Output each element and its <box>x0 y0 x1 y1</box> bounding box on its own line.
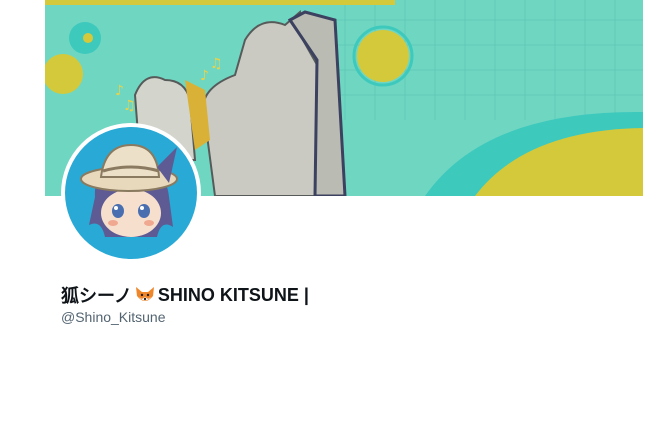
avatar-image <box>65 127 197 259</box>
display-name-suffix: SHINO KITSUNE | <box>157 284 309 305</box>
svg-text:♪: ♪ <box>200 68 209 84</box>
svg-text:♫: ♫ <box>210 56 223 72</box>
svg-text:♫: ♫ <box>123 98 136 114</box>
display-name-prefix: 狐シーノ <box>61 286 132 306</box>
profile-handle: @Shino_Kitsune <box>61 309 166 325</box>
profile-avatar[interactable] <box>61 123 201 263</box>
svg-text:♪: ♪ <box>115 83 124 99</box>
fox-face-icon <box>134 285 156 305</box>
profile-display-name: 狐シーノ SHINO KITSUNE | <box>61 282 309 308</box>
